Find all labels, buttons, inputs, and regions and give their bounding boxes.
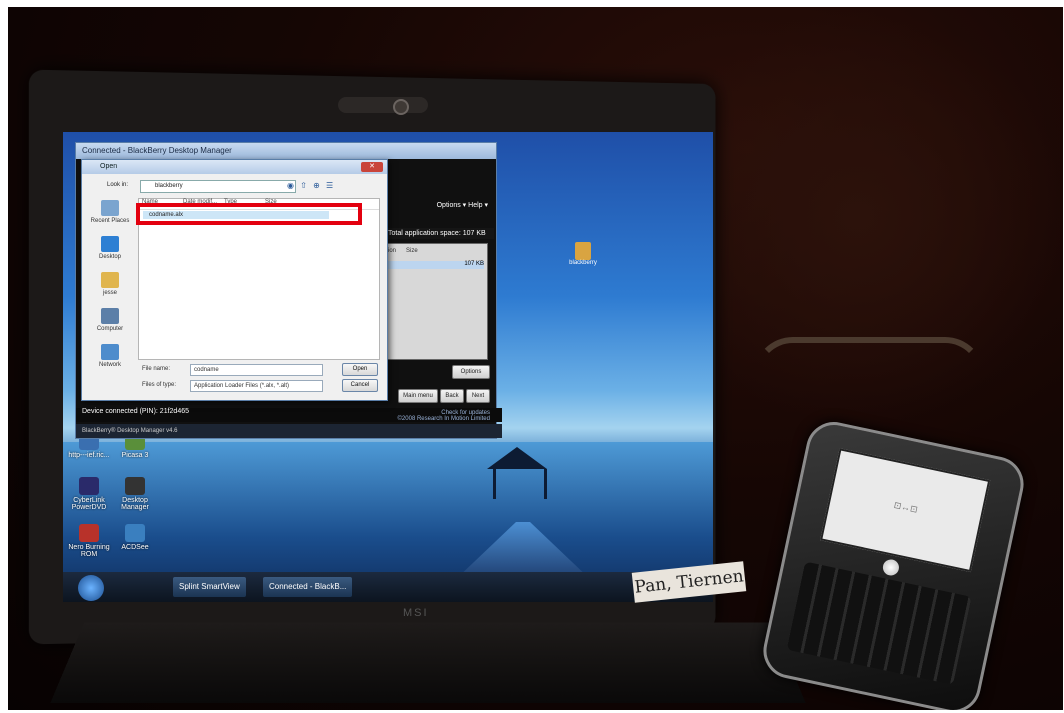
network-icon [101, 344, 119, 360]
back-button[interactable]: Back [440, 389, 464, 403]
options-help-menu[interactable]: Options ▾ Help ▾ [437, 201, 488, 209]
window-title: Connected - BlackBerry Desktop Manager [76, 143, 496, 159]
recent-places-icon [101, 200, 119, 216]
webcam-bezel [338, 97, 428, 113]
close-icon[interactable]: ✕ [361, 162, 383, 172]
options-button[interactable]: Options [452, 365, 490, 379]
webcam-icon [393, 99, 409, 115]
copyright: ©2008 Research In Motion Limited [397, 416, 490, 422]
file-type-label: Files of type: [142, 382, 177, 388]
place-recent[interactable]: Recent Places [86, 200, 134, 234]
start-button-icon[interactable] [78, 575, 104, 601]
nero-icon [79, 524, 99, 542]
desktop-icon-3[interactable]: CyberLink PowerDVD [67, 477, 111, 511]
cancel-button[interactable]: Cancel [342, 379, 378, 392]
phone-screen: ⊡↔⊡ [820, 448, 991, 573]
computer-icon [101, 308, 119, 324]
wallpaper-hut [487, 447, 547, 517]
footer-links: Check for updates ©2008 Research In Moti… [398, 410, 490, 422]
app-space-label: Total application space: 107 KB [386, 228, 494, 239]
file-name-label: File name: [142, 366, 171, 372]
laptop-base [50, 622, 806, 704]
version-footer: BlackBerry® Desktop Manager v4.6 [76, 424, 502, 438]
taskbar-button-1[interactable]: Splint SmartView [173, 577, 246, 597]
list-item[interactable]: 107 KB [388, 261, 484, 269]
folder-icon [575, 242, 591, 260]
open-button[interactable]: Open [342, 363, 378, 376]
qwerty-keyboard [786, 561, 972, 685]
main-menu-button[interactable]: Main menu [398, 389, 438, 403]
acdsee-icon [125, 524, 145, 542]
open-dialog: Open ✕ Look in: blackberry ◉ ⇧ ⊕ ☰ Recent… [81, 159, 388, 401]
place-desktop[interactable]: Desktop [86, 236, 134, 270]
places-bar: Recent Places Desktop jesse Computer Net… [86, 198, 134, 368]
list-headers: ion Size [388, 248, 418, 254]
desktop-folder[interactable]: blackberry [563, 242, 603, 266]
file-name-input[interactable]: codname [190, 364, 323, 376]
user-folder-icon [101, 272, 119, 288]
photo: blackberry http---ief.ric... Picasa 3 Cy… [8, 7, 1063, 710]
look-in-label: Look in: [107, 182, 129, 188]
desktop-icon [101, 236, 119, 252]
taskbar-button-2[interactable]: Connected - BlackB... [263, 577, 353, 597]
place-network[interactable]: Network [86, 344, 134, 378]
place-user[interactable]: jesse [86, 272, 134, 306]
sync-icon: ⊡↔⊡ [893, 499, 919, 515]
place-computer[interactable]: Computer [86, 308, 134, 342]
desktop-icon-6[interactable]: ACDSee [113, 524, 157, 551]
next-button[interactable]: Next [466, 389, 490, 403]
desktop-icon-4[interactable]: Desktop Manager [113, 477, 157, 511]
desktop-icon-5[interactable]: Nero Burning ROM [67, 524, 111, 558]
file-type-select[interactable]: Application Loader Files (*.alx, *.alt) [190, 380, 323, 392]
laptop-brand: MSI [403, 607, 429, 619]
red-highlight-box [136, 203, 362, 225]
toolbar-icons[interactable]: ◉ ⇧ ⊕ ☰ [287, 181, 335, 190]
dialog-title: Open ✕ [82, 160, 387, 174]
dvd-icon [79, 477, 99, 495]
trackball [881, 557, 901, 577]
blackberry-icon [125, 477, 145, 495]
look-in-combo[interactable]: blackberry [140, 180, 296, 193]
